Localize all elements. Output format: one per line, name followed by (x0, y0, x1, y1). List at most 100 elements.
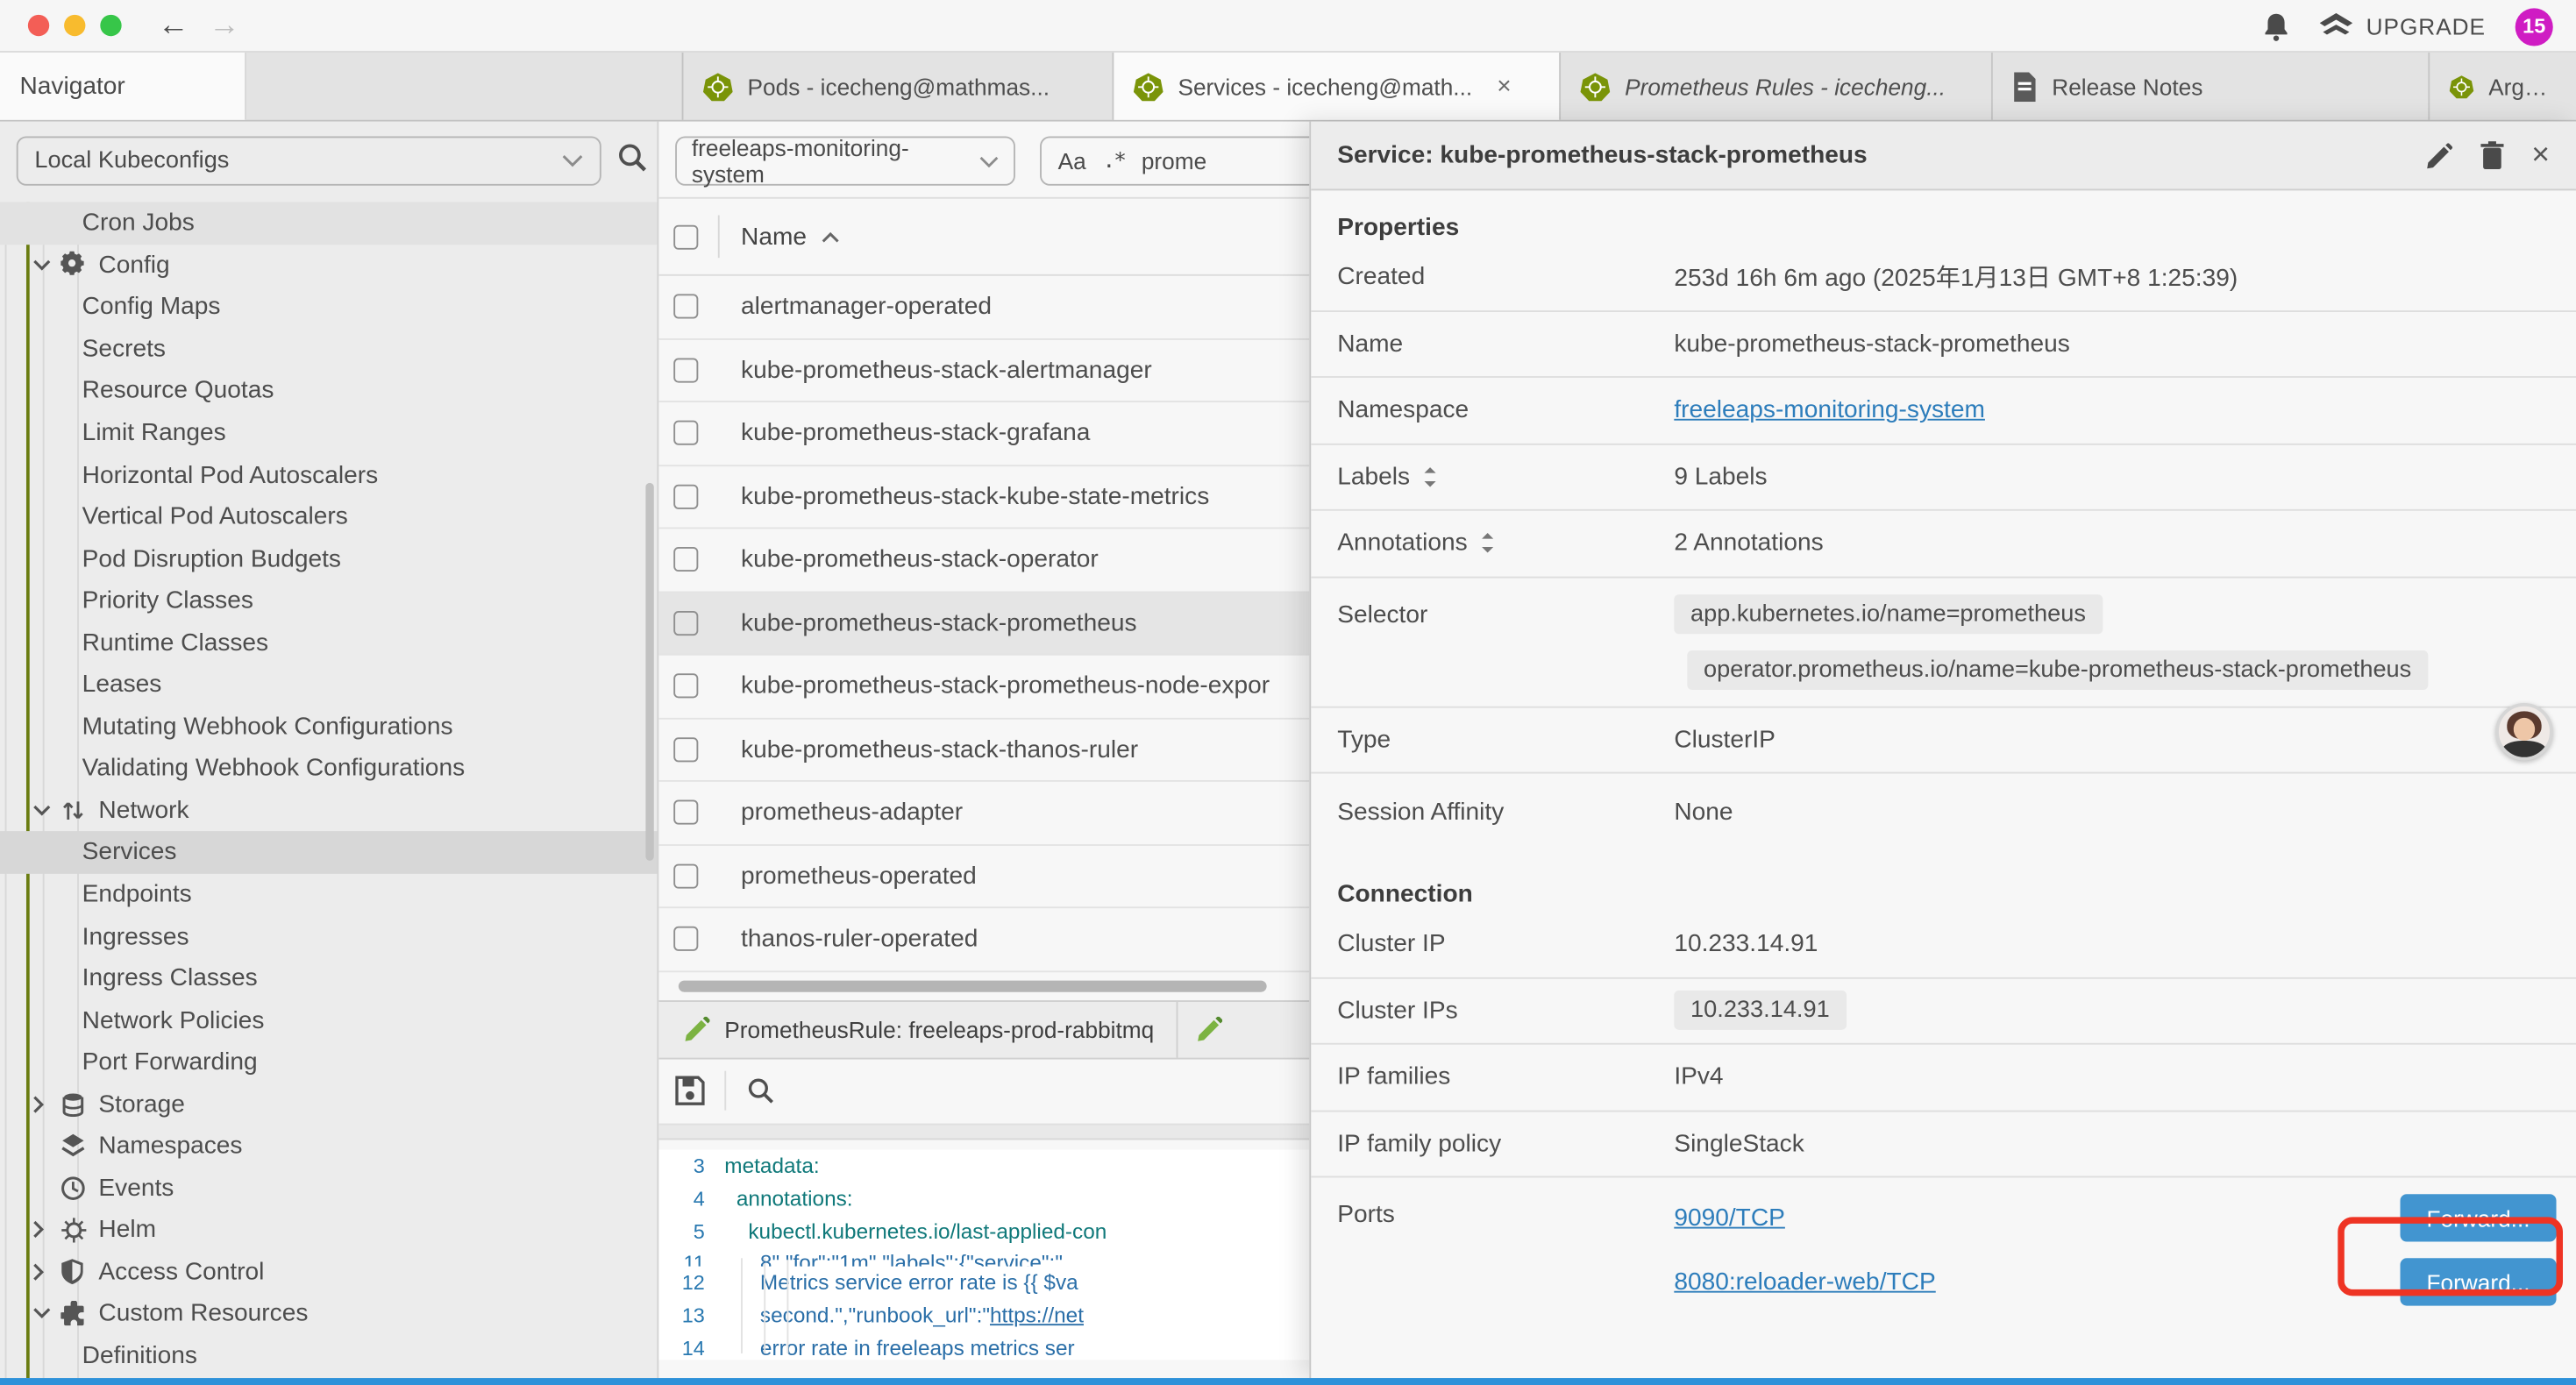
edit-pencil-icon[interactable] (2426, 142, 2452, 168)
editor-search-icon[interactable] (746, 1076, 776, 1105)
sidebar-item-validating-webhook-configurations[interactable]: Validating Webhook Configurations (0, 748, 658, 790)
row-checkbox[interactable] (673, 295, 698, 319)
sidebar-item-resource-quotas[interactable]: Resource Quotas (0, 370, 658, 412)
sidebar-item-leases[interactable]: Leases (0, 664, 658, 706)
row-checkbox[interactable] (673, 611, 698, 636)
save-icon[interactable] (675, 1076, 705, 1105)
row-checkbox[interactable] (673, 863, 698, 888)
sidebar-item-network[interactable]: Network (0, 790, 658, 832)
upgrade-button[interactable]: UPGRADE (2320, 12, 2486, 40)
sidebar-item-config[interactable]: Config (0, 244, 658, 286)
table-search-input[interactable]: Aa .* prome (1040, 137, 1309, 186)
namespace-select[interactable]: freeleaps-monitoring-system (675, 137, 1015, 186)
horizontal-scrollbar[interactable] (679, 980, 1267, 991)
tab-pods[interactable]: Pods - icecheng@mathmas... (683, 53, 1114, 120)
table-row[interactable]: kube-prometheus-stack-operator (658, 529, 1309, 592)
sidebar-item-namespaces[interactable]: Namespaces (0, 1126, 658, 1168)
minimize-window-button[interactable] (64, 15, 85, 36)
row-checkbox[interactable] (673, 800, 698, 825)
chevron-right-icon[interactable] (32, 1263, 60, 1282)
row-checkbox[interactable] (673, 737, 698, 762)
kubeconfig-select[interactable]: Local Kubeconfigs (17, 137, 601, 186)
row-checkbox[interactable] (673, 358, 698, 382)
close-window-button[interactable] (28, 15, 49, 36)
table-row[interactable]: kube-prometheus-stack-thanos-ruler (658, 719, 1309, 782)
row-checkbox[interactable] (673, 927, 698, 951)
forward-button[interactable]: Forward... (2401, 1194, 2557, 1241)
row-checkbox[interactable] (673, 421, 698, 445)
chevron-down-icon[interactable] (32, 805, 60, 816)
chevron-right-icon[interactable] (32, 1221, 60, 1239)
zoom-window-button[interactable] (100, 15, 121, 36)
table-row[interactable]: kube-prometheus-stack-kube-state-metrics (658, 465, 1309, 529)
sidebar-item-endpoints[interactable]: Endpoints (0, 873, 658, 915)
table-row[interactable]: thanos-ruler-operated (658, 908, 1309, 971)
sidebar-item-config-maps[interactable]: Config Maps (0, 286, 658, 328)
sidebar-item-storage[interactable]: Storage (0, 1083, 658, 1126)
runbook-url-link[interactable]: https://net (990, 1303, 1084, 1327)
table-row[interactable]: kube-prometheus-stack-prometheus-node-ex… (658, 656, 1309, 719)
trash-icon[interactable] (2480, 141, 2503, 169)
dock-tab-partial[interactable] (1178, 1001, 1309, 1057)
dock-tab-prometheusrule[interactable]: PrometheusRule: freeleaps-prod-rabbitmq (658, 1001, 1178, 1057)
row-checkbox[interactable] (673, 674, 698, 699)
sidebar-item-definitions[interactable]: Definitions (0, 1335, 658, 1377)
close-tab-icon[interactable]: × (1497, 72, 1511, 100)
name-column-header[interactable]: Name (741, 223, 807, 251)
sort-toggle-icon[interactable] (1423, 466, 1438, 487)
back-arrow-icon[interactable]: ← (158, 10, 189, 41)
search-icon[interactable] (616, 141, 649, 174)
notification-count-badge[interactable]: 15 (2516, 7, 2553, 45)
table-row-selected[interactable]: kube-prometheus-stack-prometheus (658, 592, 1309, 655)
table-row[interactable]: alertmanager-operated (658, 276, 1309, 339)
notifications-bell-icon[interactable] (2263, 11, 2291, 42)
titlebar: ← → UPGRADE 15 (0, 0, 2576, 53)
yaml-editor[interactable]: 3metadata: 4 annotations: 5 kubectl.kube… (658, 1149, 1309, 1360)
sidebar-item-horizontal-pod-autoscalers[interactable]: Horizontal Pod Autoscalers (0, 454, 658, 496)
match-case-icon[interactable]: Aa (1058, 148, 1086, 174)
table-row[interactable]: kube-prometheus-stack-alertmanager (658, 339, 1309, 402)
sidebar-item-custom-resources[interactable]: Custom Resources (0, 1293, 658, 1335)
port-link-9090[interactable]: 9090/TCP (1674, 1204, 1785, 1232)
sort-ascending-icon[interactable] (822, 231, 840, 242)
close-drawer-icon[interactable]: × (2531, 139, 2550, 171)
regex-icon[interactable]: .* (1103, 149, 1126, 174)
tab-services[interactable]: Services - icecheng@math... × (1114, 53, 1561, 120)
sidebar-item-secrets[interactable]: Secrets (0, 328, 658, 370)
sidebar-item-ingress-classes[interactable]: Ingress Classes (0, 957, 658, 999)
port-link-8080[interactable]: 8080:reloader-web/TCP (1674, 1268, 1935, 1296)
tab-release-notes[interactable]: Release Notes (1993, 53, 2430, 120)
navigator-panel-tab[interactable]: Navigator (0, 53, 246, 120)
sort-toggle-icon[interactable] (1481, 533, 1496, 554)
row-checkbox[interactable] (673, 484, 698, 508)
table-row[interactable]: prometheus-adapter (658, 782, 1309, 845)
table-row[interactable]: prometheus-operated (658, 845, 1309, 908)
sidebar-item-port-forwarding[interactable]: Port Forwarding (0, 1041, 658, 1083)
sidebar-item-services[interactable]: Services (0, 831, 658, 873)
avatar[interactable] (2495, 703, 2553, 761)
sidebar-item-vertical-pod-autoscalers[interactable]: Vertical Pod Autoscalers (0, 496, 658, 538)
sidebar-item-limit-ranges[interactable]: Limit Ranges (0, 412, 658, 454)
chevron-down-icon[interactable] (32, 1308, 60, 1319)
chevron-right-icon[interactable] (32, 1095, 60, 1113)
row-checkbox[interactable] (673, 547, 698, 572)
select-all-checkbox[interactable] (673, 224, 698, 249)
chevron-down-icon[interactable] (32, 259, 60, 271)
tab-prometheus-rules[interactable]: Prometheus Rules - icecheng... (1561, 53, 1993, 120)
table-row[interactable]: kube-prometheus-stack-grafana (658, 402, 1309, 465)
sidebar-item-network-policies[interactable]: Network Policies (0, 999, 658, 1041)
sidebar-item-pod-disruption-budgets[interactable]: Pod Disruption Budgets (0, 537, 658, 579)
forward-arrow-icon[interactable]: → (209, 10, 240, 41)
sidebar-item-ingresses[interactable]: Ingresses (0, 915, 658, 957)
sidebar-item-runtime-classes[interactable]: Runtime Classes (0, 621, 658, 664)
sidebar-item-helm[interactable]: Helm (0, 1209, 658, 1251)
sidebar-item-events[interactable]: Events (0, 1167, 658, 1209)
sidebar-item-cron-jobs[interactable]: Cron Jobs (0, 202, 658, 244)
sidebar-item-mutating-webhook-configurations[interactable]: Mutating Webhook Configurations (0, 706, 658, 748)
tab-argo[interactable]: Argo Se (2430, 53, 2576, 120)
sidebar-scrollbar[interactable] (645, 483, 653, 861)
forward-button[interactable]: Forward... (2401, 1258, 2557, 1305)
namespace-link[interactable]: freeleaps-monitoring-system (1674, 396, 1985, 424)
sidebar-item-access-control[interactable]: Access Control (0, 1251, 658, 1293)
sidebar-item-priority-classes[interactable]: Priority Classes (0, 579, 658, 621)
